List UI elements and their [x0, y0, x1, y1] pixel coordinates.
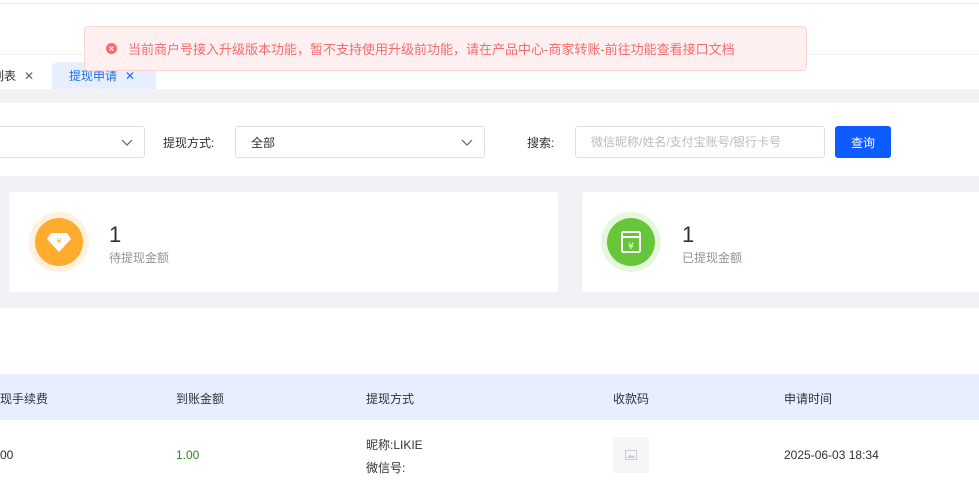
- table-row: 00 1.00 昵称:LIKIE 微信号: 2025-06-03 18:34: [0, 420, 979, 485]
- diamond-yen-icon: ¥: [35, 218, 83, 266]
- stats-section: ¥ 1 待提现金额 ¥ 1 已提现金额: [0, 176, 979, 308]
- status-select[interactable]: [0, 126, 145, 158]
- cell-amount: 1.00: [176, 448, 200, 462]
- cell-method-wechat: 微信号:: [366, 461, 406, 475]
- svg-text:¥: ¥: [56, 237, 61, 246]
- tab-list[interactable]: 列表 ✕: [0, 62, 34, 89]
- table-header: 现手续费 到账金额 提现方式 收款码 申请时间: [0, 374, 979, 420]
- section-gap: [0, 89, 979, 103]
- filter-bar: 提现方式: 全部 搜索: 查询: [0, 103, 979, 176]
- method-label: 提现方式:: [163, 136, 215, 150]
- query-button[interactable]: 查询: [835, 126, 891, 158]
- method-select[interactable]: 全部: [235, 126, 485, 158]
- stat-card-pending: ¥ 1 待提现金额: [9, 192, 558, 292]
- stat-label: 已提现金额: [682, 251, 743, 265]
- stat-value: 1: [682, 222, 695, 247]
- stat-icon-ring: ¥: [29, 212, 89, 272]
- column-header-qr: 收款码: [613, 392, 650, 406]
- column-header-time: 申请时间: [784, 392, 833, 406]
- stat-icon-ring: ¥: [601, 212, 661, 272]
- stat-label: 待提现金额: [109, 251, 170, 265]
- tab-label: 列表: [0, 69, 17, 83]
- method-select-value: 全部: [251, 135, 276, 150]
- close-icon[interactable]: ✕: [24, 69, 34, 83]
- yen-box-icon: ¥: [607, 218, 655, 266]
- search-label: 搜索:: [527, 136, 555, 150]
- close-circle-icon: [106, 43, 117, 54]
- column-header-method: 提现方式: [366, 392, 415, 406]
- svg-text:¥: ¥: [628, 242, 634, 252]
- table-toolbar-area: [0, 308, 979, 374]
- chevron-down-icon: [461, 139, 473, 146]
- error-alert: 当前商户号接入升级版本功能，暂不支持使用升级前功能，请在产品中心-商家转账-前往…: [84, 26, 807, 71]
- search-input[interactable]: [575, 126, 825, 158]
- image-placeholder-icon: [625, 450, 637, 460]
- cell-method-nickname: 昵称:LIKIE: [366, 438, 423, 452]
- stat-value: 1: [109, 222, 122, 247]
- alert-message: 当前商户号接入升级版本功能，暂不支持使用升级前功能，请在产品中心-商家转账-前往…: [128, 42, 735, 57]
- cell-fee: 00: [0, 448, 14, 462]
- header-divider: [0, 3, 979, 4]
- chevron-down-icon: [121, 139, 133, 146]
- stat-card-withdrawn: ¥ 1 已提现金额: [582, 192, 979, 292]
- cell-time: 2025-06-03 18:34: [784, 448, 879, 462]
- column-header-amount: 到账金额: [176, 392, 225, 406]
- qr-code-thumbnail[interactable]: [613, 437, 649, 473]
- column-header-fee: 现手续费: [0, 392, 49, 406]
